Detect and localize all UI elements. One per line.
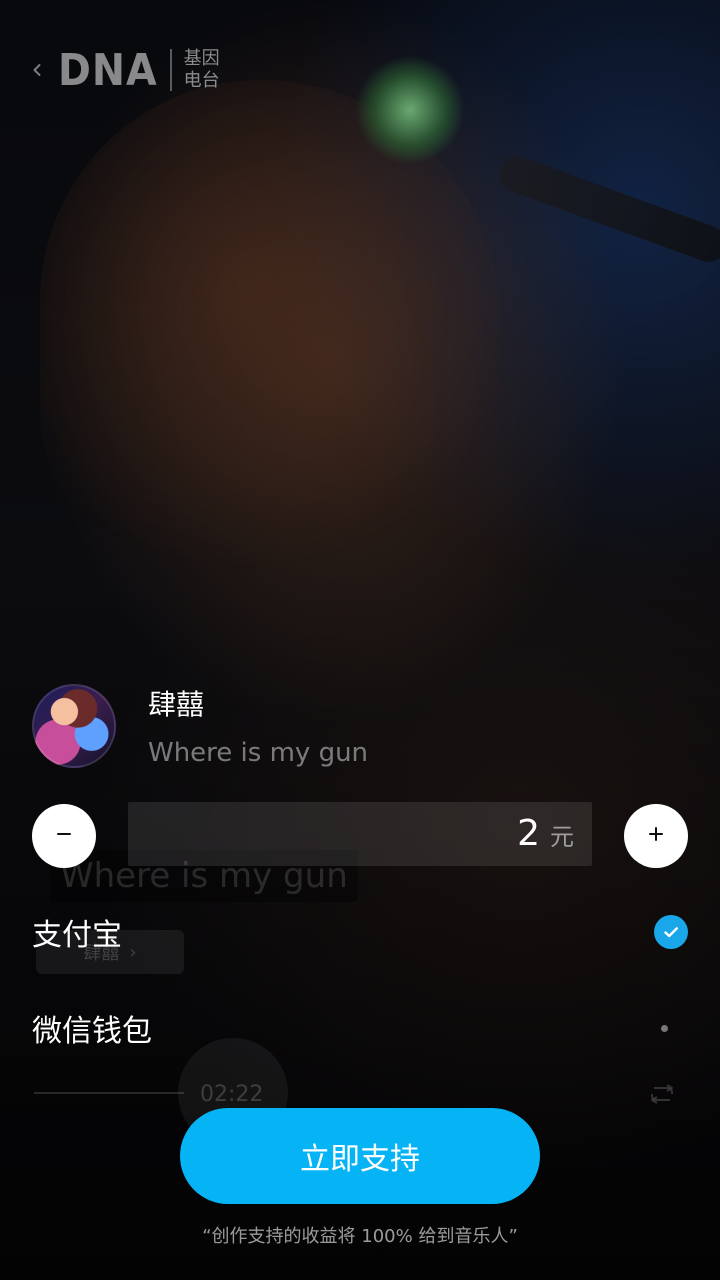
support-now-label: 立即支持 [300, 1142, 420, 1177]
logo-separator [169, 49, 172, 91]
amount-row: 2 元 [32, 802, 688, 868]
chevron-left-icon[interactable] [28, 61, 46, 79]
payment-option-label: 支付宝 [32, 918, 122, 953]
artist-row: 肆囍 Where is my gun [32, 684, 368, 768]
payment-option-label: 微信钱包 [32, 1014, 152, 1049]
top-header: DNA 基因 电台 [28, 40, 220, 100]
support-now-button[interactable]: 立即支持 [180, 1108, 540, 1204]
dim-overlay [0, 0, 720, 1280]
radio-dot-icon [661, 1024, 668, 1032]
support-screen: DNA 基因 电台 Where is my gun 肆囍 › 02:22 肆囍 … [0, 0, 720, 1280]
radio-subtitle: 基因 电台 [184, 48, 220, 92]
subtitle-line-1: 基因 [183, 48, 220, 69]
minus-icon [52, 822, 76, 850]
artist-name: 肆囍 [148, 688, 205, 721]
support-note: “创作支持的收益将 100% 给到音乐人” [202, 1226, 518, 1247]
amount-value: 2 [517, 813, 540, 854]
amount-unit: 元 [550, 823, 574, 851]
increase-amount-button[interactable] [624, 804, 688, 868]
dna-logo: DNA [58, 44, 158, 96]
artist-text: 肆囍 Where is my gun [148, 688, 368, 768]
repeat-icon [646, 1078, 678, 1110]
subtitle-line-2: 电台 [183, 70, 220, 91]
amount-input[interactable]: 2 元 [128, 802, 592, 866]
song-title: Where is my gun [148, 738, 369, 768]
payment-option-alipay[interactable]: 支付宝 [32, 902, 688, 962]
amount-display: 2 元 [517, 812, 574, 859]
payment-option-wechat[interactable]: 微信钱包 [32, 998, 688, 1058]
decrease-amount-button[interactable] [32, 804, 96, 868]
background-time: 02:22 [200, 1082, 264, 1107]
artist-avatar[interactable] [32, 684, 116, 768]
check-icon [654, 915, 688, 949]
plus-icon [644, 822, 668, 850]
background-progress [34, 1092, 184, 1094]
